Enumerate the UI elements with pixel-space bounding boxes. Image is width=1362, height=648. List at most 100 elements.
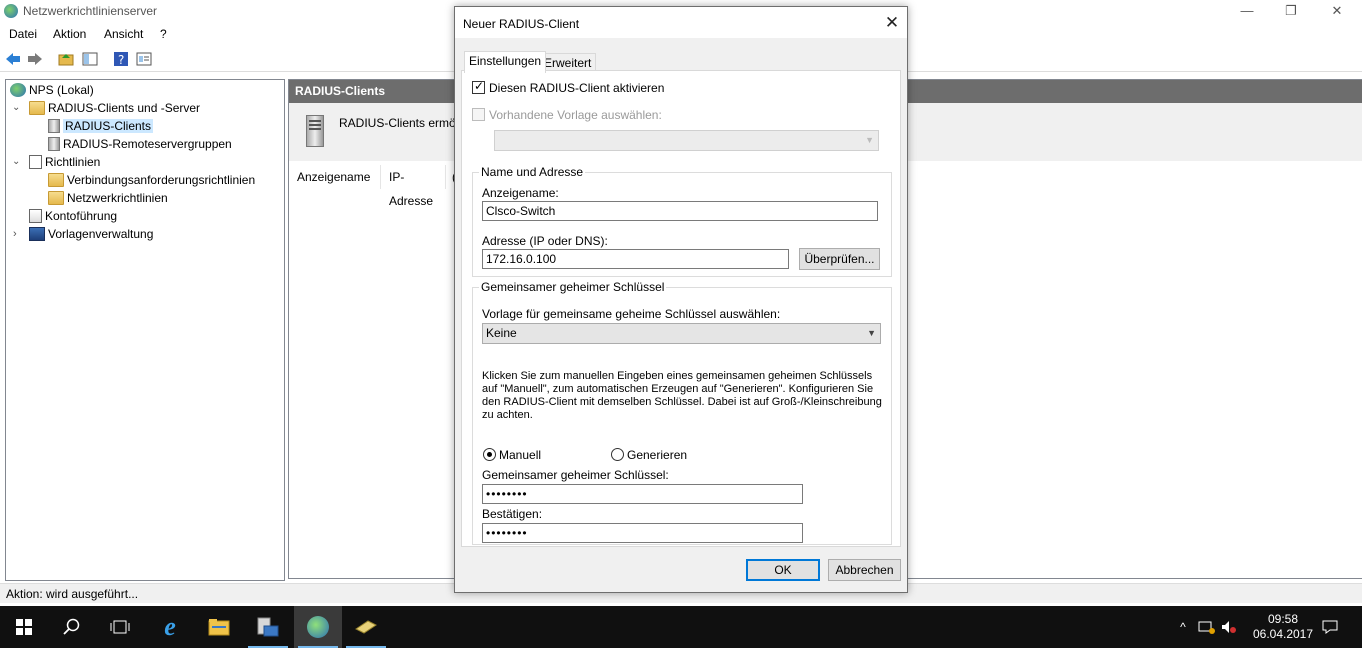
up-folder-icon[interactable] <box>57 50 75 68</box>
task-view-icon[interactable] <box>96 606 144 648</box>
tree-label-remote-groups: RADIUS-Remoteservergruppen <box>63 137 232 151</box>
menu-help[interactable]: ? <box>160 27 167 41</box>
show-tree-icon[interactable] <box>81 50 99 68</box>
template-dropdown[interactable]: ▼ <box>494 130 879 151</box>
column-header-ip[interactable]: IP-Adresse <box>381 165 446 208</box>
name-address-group: Name und Adresse Anzeigename: Clsco-Swit… <box>472 165 892 277</box>
chevron-down-icon: ▼ <box>865 135 874 145</box>
secret-template-label: Vorlage für gemeinsame geheime Schlüssel… <box>482 307 781 321</box>
forward-arrow-icon[interactable] <box>26 50 44 68</box>
menu-ansicht[interactable]: Ansicht <box>104 27 143 41</box>
tree-label-net-policies: Netzwerkrichtlinien <box>67 191 168 205</box>
address-label: Adresse (IP oder DNS): <box>482 234 608 248</box>
use-template-checkbox[interactable] <box>472 108 485 121</box>
tree-node-remote-server-groups[interactable]: RADIUS-Remoteservergruppen <box>48 135 232 153</box>
server-icon <box>306 115 324 147</box>
templates-icon <box>29 227 45 241</box>
shared-secret-input[interactable]: •••••••• <box>482 484 803 504</box>
tree-label-radius-clients: RADIUS-Clients <box>63 119 154 133</box>
nps-app-icon <box>4 4 18 18</box>
internet-explorer-icon[interactable]: e <box>146 606 194 648</box>
tree-node-radius-clients-servers[interactable]: RADIUS-Clients und -Server <box>29 99 200 117</box>
shared-secret-group: Gemeinsamer geheimer Schlüssel Vorlage f… <box>472 280 892 545</box>
generate-radio-label: Generieren <box>627 448 688 462</box>
ok-button[interactable]: OK <box>746 559 820 581</box>
search-icon[interactable] <box>48 606 96 648</box>
network-icon[interactable] <box>1196 606 1218 648</box>
tree-label-templates: Vorlagenverwaltung <box>48 227 154 241</box>
start-windows-icon[interactable] <box>0 606 48 648</box>
cancel-button[interactable]: Abbrechen <box>828 559 901 581</box>
secret-template-dropdown[interactable]: Keine ▼ <box>482 323 881 344</box>
tree-node-connection-policies[interactable]: Verbindungsanforderungsrichtlinien <box>48 171 255 189</box>
menu-aktion[interactable]: Aktion <box>53 27 86 41</box>
tab-einstellungen[interactable]: Einstellungen <box>464 51 547 73</box>
settings-tab-panel: Diesen RADIUS-Client aktivieren Vorhande… <box>461 70 901 547</box>
column-header-name[interactable]: Anzeigename <box>289 165 381 189</box>
expand-chevron-icon[interactable]: ⌄ <box>12 102 20 113</box>
minimize-icon[interactable]: — <box>1224 2 1270 22</box>
tree-label-radius-group: RADIUS-Clients und -Server <box>48 101 201 115</box>
secret-template-value: Keine <box>486 326 517 340</box>
dialog-titlebar: Neuer RADIUS-Client ✕ <box>455 7 907 38</box>
tree-node-policies[interactable]: Richtlinien <box>29 153 100 171</box>
nps-globe-icon <box>10 83 26 97</box>
new-radius-client-dialog: Neuer RADIUS-Client ✕ Einstellungen Erwe… <box>454 6 908 593</box>
help-icon[interactable]: ? <box>112 50 130 68</box>
tree-node-template-management[interactable]: Vorlagenverwaltung <box>29 225 153 243</box>
chevron-down-icon: ▼ <box>867 328 876 338</box>
name-address-group-title: Name und Adresse <box>479 165 586 179</box>
policies-icon <box>29 155 42 169</box>
show-hidden-icons-chevron-icon[interactable]: ^ <box>1174 606 1192 648</box>
maximize-icon[interactable]: ❐ <box>1268 2 1314 22</box>
folder-icon <box>48 173 64 187</box>
notifications-icon[interactable] <box>1316 606 1344 648</box>
use-template-label: Vorhandene Vorlage auswählen: <box>489 108 662 122</box>
clock-date: 06.04.2017 <box>1252 627 1314 641</box>
address-input[interactable]: 172.16.0.100 <box>482 249 789 269</box>
tree-node-radius-clients[interactable]: RADIUS-Clients <box>48 117 154 135</box>
menu-datei[interactable]: Datei <box>9 27 37 41</box>
tree-label-conn-policies: Verbindungsanforderungsrichtlinien <box>67 173 256 187</box>
server-icon <box>48 119 60 133</box>
collapse-chevron-icon[interactable]: › <box>13 228 17 240</box>
volume-muted-icon[interactable] <box>1218 606 1240 648</box>
generate-radio[interactable] <box>611 448 624 461</box>
back-arrow-icon[interactable] <box>4 50 22 68</box>
file-explorer-icon[interactable] <box>195 606 243 648</box>
taskbar: e ^ 09:58 06.04.2017 <box>0 606 1362 648</box>
expand-chevron-icon[interactable]: ⌄ <box>12 156 20 167</box>
enable-client-label: Diesen RADIUS-Client aktivieren <box>489 81 665 95</box>
window-title: Netzwerkrichtlinienserver <box>23 4 158 18</box>
tree-label-accounting: Kontoführung <box>45 209 118 223</box>
confirm-secret-label: Bestätigen: <box>482 507 543 521</box>
close-icon[interactable]: ✕ <box>1314 2 1360 22</box>
properties-icon[interactable] <box>135 50 153 68</box>
manual-radio-label: Manuell <box>499 448 542 462</box>
manual-radio[interactable] <box>483 448 496 461</box>
clock[interactable]: 09:58 06.04.2017 <box>1244 606 1322 648</box>
tree-label-policies: Richtlinien <box>45 155 101 169</box>
display-name-label: Anzeigename: <box>482 186 559 200</box>
display-name-input[interactable]: Clsco-Switch <box>482 201 878 221</box>
nps-taskbar-icon[interactable] <box>294 606 342 648</box>
console-tree: NPS (Lokal) ⌄ RADIUS-Clients und -Server… <box>5 79 285 581</box>
shared-secret-label: Gemeinsamer geheimer Schlüssel: <box>482 468 669 482</box>
svg-text:?: ? <box>118 53 124 67</box>
secret-info-text: Klicken Sie zum manuellen Eingeben eines… <box>482 370 882 421</box>
folder-icon <box>29 101 45 115</box>
dialog-close-icon[interactable]: ✕ <box>879 11 905 35</box>
network-tool-icon[interactable] <box>342 606 390 648</box>
folder-icon <box>48 191 64 205</box>
tree-label-root: NPS (Lokal) <box>29 83 94 97</box>
tree-node-accounting[interactable]: Kontoführung <box>29 207 117 225</box>
tree-node-network-policies[interactable]: Netzwerkrichtlinien <box>48 189 168 207</box>
shared-secret-group-title: Gemeinsamer geheimer Schlüssel <box>479 280 667 294</box>
clock-time: 09:58 <box>1267 612 1299 626</box>
confirm-secret-input[interactable]: •••••••• <box>482 523 803 543</box>
tree-node-nps-root[interactable]: NPS (Lokal) <box>10 81 94 99</box>
dialog-title: Neuer RADIUS-Client <box>463 17 580 31</box>
verify-button[interactable]: Überprüfen... <box>799 248 880 270</box>
server-manager-icon[interactable] <box>244 606 292 648</box>
enable-client-checkbox[interactable] <box>472 79 485 94</box>
